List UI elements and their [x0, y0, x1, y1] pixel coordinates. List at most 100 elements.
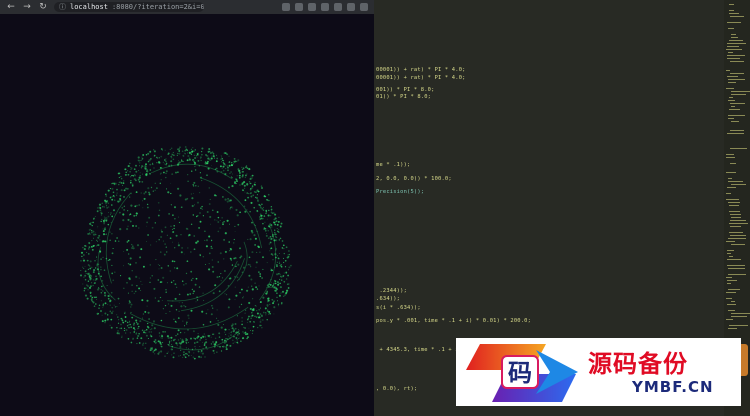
minimap-line — [728, 289, 740, 290]
particle — [231, 339, 234, 342]
minimap-line — [726, 154, 734, 155]
back-arrow-icon[interactable]: ← — [6, 0, 16, 14]
particle — [260, 217, 263, 220]
bookmark-star-icon[interactable] — [295, 3, 303, 11]
particle — [104, 319, 107, 322]
particle — [224, 250, 227, 253]
forward-arrow-icon[interactable]: → — [22, 0, 32, 14]
particle — [232, 242, 235, 244]
extension-icon[interactable] — [308, 3, 316, 11]
minimap-line — [731, 34, 736, 35]
particle — [136, 204, 138, 207]
particle — [167, 343, 170, 346]
particle — [84, 274, 87, 277]
particle — [188, 341, 190, 343]
particle — [283, 295, 285, 297]
particle — [268, 313, 270, 315]
reload-icon[interactable]: ↻ — [38, 0, 48, 14]
minimap-line — [730, 235, 746, 236]
particle — [187, 152, 189, 154]
particle — [278, 260, 280, 262]
particle — [151, 172, 153, 174]
particle — [160, 337, 162, 339]
particle — [241, 168, 244, 171]
particle — [120, 327, 123, 330]
particle — [146, 203, 149, 206]
particle — [183, 305, 185, 307]
particle — [94, 260, 96, 262]
render-canvas[interactable] — [0, 14, 374, 416]
particle — [193, 235, 195, 237]
particle — [127, 292, 129, 294]
particle — [193, 290, 195, 293]
extension-icon[interactable] — [321, 3, 329, 11]
particle — [184, 198, 187, 201]
particle — [186, 353, 188, 356]
particle — [225, 338, 227, 340]
particle — [282, 244, 285, 247]
particle — [230, 249, 232, 251]
particle — [135, 215, 137, 217]
particle — [193, 185, 195, 187]
address-bar[interactable]: ⓘ localhost:8080/?iteration=2&i=0 — [54, 2, 204, 12]
particle — [172, 152, 174, 154]
particle — [228, 249, 231, 252]
particle — [163, 171, 165, 174]
particle — [261, 203, 263, 206]
particle — [100, 275, 102, 278]
particle — [238, 329, 240, 331]
share-icon[interactable] — [282, 3, 290, 11]
particle — [149, 329, 151, 331]
particle — [139, 162, 141, 164]
particle — [80, 259, 82, 262]
minimap-line — [728, 268, 745, 269]
particle — [146, 305, 148, 307]
menu-icon[interactable] — [360, 3, 368, 11]
particle — [109, 239, 111, 241]
particle — [92, 221, 94, 224]
particle — [200, 150, 203, 153]
particle — [278, 216, 280, 219]
particle — [245, 165, 248, 167]
particle — [186, 352, 188, 354]
particle — [259, 206, 262, 209]
particle — [261, 327, 263, 329]
particle — [216, 219, 218, 221]
particle — [260, 324, 262, 327]
particle — [128, 253, 130, 255]
particle — [92, 271, 95, 274]
minimap-line — [726, 88, 734, 89]
particle — [151, 275, 153, 277]
particle — [236, 339, 238, 341]
particle — [160, 281, 163, 283]
particle — [138, 287, 141, 290]
puzzle-icon[interactable] — [347, 3, 355, 11]
particle — [230, 324, 233, 327]
particle — [157, 201, 160, 204]
particle — [147, 160, 150, 163]
particle — [98, 234, 101, 237]
particle — [165, 176, 167, 179]
particle — [114, 271, 116, 273]
particle — [145, 168, 148, 171]
particle — [173, 352, 175, 354]
particle — [246, 289, 249, 292]
particle — [138, 169, 140, 171]
particle — [163, 159, 166, 161]
minimap-line — [726, 292, 736, 293]
particle — [208, 235, 211, 238]
particle — [190, 355, 192, 357]
particle — [220, 156, 223, 158]
particle — [234, 286, 236, 288]
particle — [236, 315, 238, 317]
extension-icon[interactable] — [334, 3, 342, 11]
particle — [221, 338, 224, 341]
particle — [180, 305, 183, 308]
particle — [232, 330, 235, 333]
particle — [147, 152, 150, 155]
particle — [148, 318, 150, 320]
particle — [229, 199, 232, 202]
particle — [178, 293, 181, 296]
particle — [117, 316, 119, 318]
particle — [83, 290, 85, 292]
